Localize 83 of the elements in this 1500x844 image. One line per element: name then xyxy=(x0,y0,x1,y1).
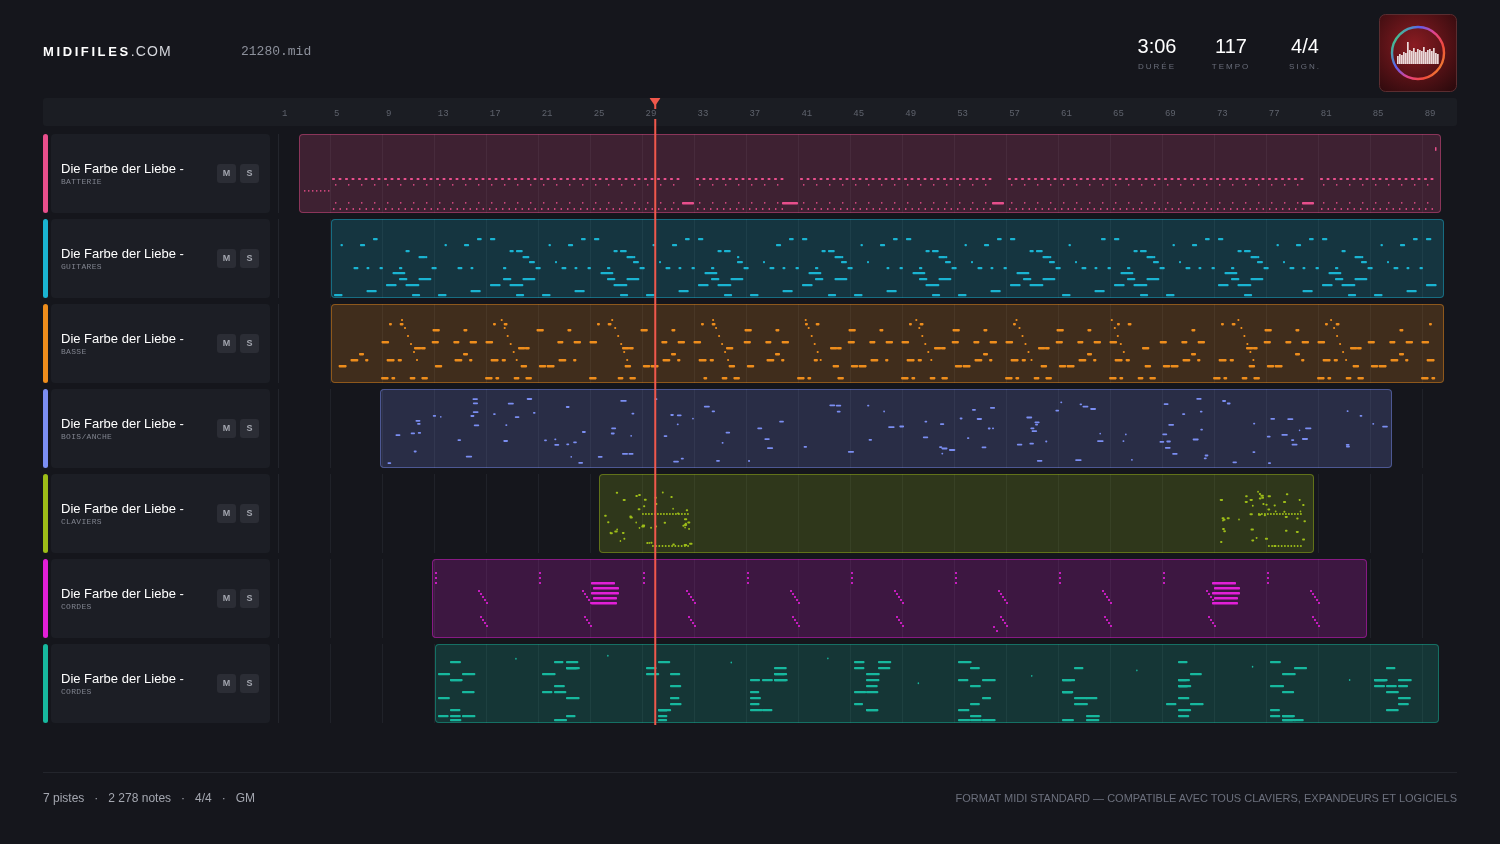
stat-label: SIGN. xyxy=(1289,62,1321,72)
track-instrument: CLAVIERS xyxy=(61,516,103,527)
bar-number: 25 xyxy=(592,109,606,119)
bar-number: 13 xyxy=(436,109,450,119)
stat-value: 117 xyxy=(1215,34,1247,58)
track-title: Die Farbe der Liebe - xyxy=(61,330,184,347)
bar-number: 1 xyxy=(281,109,289,119)
site-logo-suffix: .COM xyxy=(130,41,172,61)
track-instrument: BATTERIE xyxy=(61,176,103,187)
separator-dot: · xyxy=(181,790,186,807)
track-title: Die Farbe der Liebe - xyxy=(61,245,184,262)
footer-stat: 2 278 notes xyxy=(108,790,172,807)
track-title: Die Farbe der Liebe - xyxy=(61,670,184,687)
bar-number: 37 xyxy=(748,109,762,119)
track-header[interactable]: Die Farbe der Liebe - BOIS/ANCHE M S xyxy=(51,389,270,468)
bar-number: 69 xyxy=(1163,109,1177,119)
solo-button[interactable]: S xyxy=(240,164,259,183)
mute-button[interactable]: M xyxy=(217,589,236,608)
solo-button[interactable]: S xyxy=(240,249,259,268)
bar-number: 33 xyxy=(696,109,710,119)
track-header[interactable]: Die Farbe der Liebe - CORDES M S xyxy=(51,644,270,723)
playhead-handle[interactable] xyxy=(649,98,661,106)
track-instrument: CORDES xyxy=(61,686,93,697)
solo-button[interactable]: S xyxy=(240,334,259,353)
midi-clip[interactable] xyxy=(599,474,1314,553)
track-instrument: GUITARES xyxy=(61,261,103,272)
bar-number: 53 xyxy=(956,109,969,119)
bar-number: 49 xyxy=(904,109,918,119)
bar-number: 9 xyxy=(384,109,393,119)
mute-button[interactable]: M xyxy=(217,249,236,268)
track-header[interactable]: Die Farbe der Liebe - CORDES M S xyxy=(51,559,270,638)
stat-label: TEMPO xyxy=(1211,62,1251,72)
bar-number: 41 xyxy=(800,109,814,119)
separator-dot: · xyxy=(94,790,99,807)
bar-number: 29 xyxy=(644,109,658,119)
track-title: Die Farbe der Liebe - xyxy=(61,415,184,432)
bar-number: 17 xyxy=(488,109,502,119)
solo-button[interactable]: S xyxy=(240,419,259,438)
midi-clip[interactable] xyxy=(331,219,1444,298)
mute-button[interactable]: M xyxy=(217,504,236,523)
site-logo[interactable]: MIDIFILES xyxy=(43,41,131,61)
track-header[interactable]: Die Farbe der Liebe - CLAVIERS M S xyxy=(51,474,270,553)
file-name: 21280.mid xyxy=(241,43,312,62)
stat-value: 4/4 xyxy=(1291,34,1319,58)
bar-number: 57 xyxy=(1008,109,1021,119)
track-header[interactable]: Die Farbe der Liebe - BASSE M S xyxy=(51,304,270,383)
footer-note: FORMAT MIDI STANDARD — COMPATIBLE AVEC TOUS CLAVIERS, EXPANDEURS ET LOGICIELS xyxy=(955,790,1457,806)
bar-number: 21 xyxy=(540,109,554,119)
bar-number: 85 xyxy=(1371,109,1385,119)
track-instrument: BOIS/ANCHE xyxy=(61,431,114,442)
midi-clip[interactable] xyxy=(331,304,1444,383)
solo-button[interactable]: S xyxy=(240,589,259,608)
mute-button[interactable]: M xyxy=(217,334,236,353)
solo-button[interactable]: S xyxy=(240,504,259,523)
bar-number: 61 xyxy=(1060,109,1073,119)
track-instrument: BASSE xyxy=(61,346,88,357)
footer-stat: 7 pistes xyxy=(43,790,85,807)
midi-clip[interactable] xyxy=(380,389,1392,468)
mute-button[interactable]: M xyxy=(217,419,236,438)
bar-number: 65 xyxy=(1112,109,1125,119)
track-instrument: CORDES xyxy=(61,601,93,612)
mute-button[interactable]: M xyxy=(217,674,236,693)
midi-clip[interactable] xyxy=(299,134,1441,213)
track-title: Die Farbe der Liebe - xyxy=(61,500,184,517)
solo-button[interactable]: S xyxy=(240,674,259,693)
bar-number: 45 xyxy=(852,109,866,119)
bar-number: 73 xyxy=(1215,109,1229,119)
mute-button[interactable]: M xyxy=(217,164,236,183)
midi-clip[interactable] xyxy=(432,559,1367,638)
track-header[interactable]: Die Farbe der Liebe - BATTERIE M S xyxy=(51,134,270,213)
track-header[interactable]: Die Farbe der Liebe - GUITARES M S xyxy=(51,219,270,298)
stat-value: 3:06 xyxy=(1137,34,1177,58)
bar-number: 5 xyxy=(332,109,341,119)
separator-dot: · xyxy=(221,790,226,807)
track-title: Die Farbe der Liebe - xyxy=(61,585,184,602)
midi-clip[interactable] xyxy=(435,644,1439,723)
footer-stat: GM xyxy=(235,790,256,807)
bar-number: 81 xyxy=(1319,109,1333,119)
footer-stat: 4/4 xyxy=(195,790,212,807)
stat-label: DURÉE xyxy=(1138,62,1176,72)
bar-number: 77 xyxy=(1267,109,1281,119)
track-title: Die Farbe der Liebe - xyxy=(61,160,184,177)
bar-number: 89 xyxy=(1423,109,1437,119)
